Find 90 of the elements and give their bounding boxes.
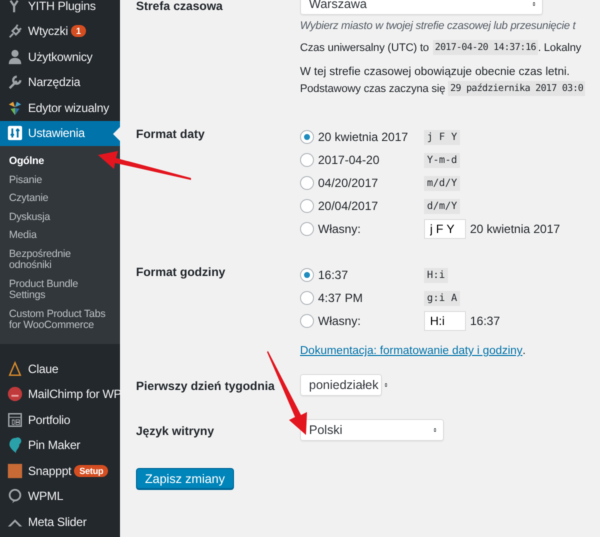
dst-note: W tej strefie czasowej obowiązuje obecnie czas letni. [300,66,570,78]
grid-icon [7,412,23,428]
radio-button[interactable] [300,291,314,305]
format-preview: 20 kwietnia 2017 [470,222,560,236]
menu-item[interactable]: Claue [0,356,120,382]
menu-item[interactable]: Wtyczki 1 [0,18,120,44]
square-icon [7,462,23,479]
bubble-icon [7,488,23,504]
format-code: Y-m-d [424,152,460,168]
menu-label: Edytor wizualny [28,100,110,115]
sort-arrows-icon [432,425,438,435]
menu-label: Narzędzia [28,75,80,90]
option-label: 2017-04-20 [318,153,380,167]
radio-button[interactable] [300,268,314,282]
help-text: Wybierz miasto w twojej strefie czasowej lub przesunięcie t [300,20,577,32]
submenu-item[interactable]: Bezpośrednie odnośniki [0,246,120,276]
menu-label: Meta Slider [28,514,86,529]
submenu-item[interactable]: Custom Product Tabs for WooCommerce [0,306,120,336]
format-code: j F Y [424,130,460,144]
notification-badge: Setup [74,464,108,477]
menu-label: Portfolio [28,412,70,427]
field-label: Format godziny [136,265,226,279]
menu-label: Użytkownicy [28,50,92,64]
field-label: Pierwszy dzień tygodnia [136,378,276,393]
submenu-item[interactable]: Czytanie [0,190,120,209]
menu-item[interactable]: YITH Plugins [0,0,120,18]
menu-item[interactable]: Portfolio [0,407,120,433]
radio-button[interactable] [300,130,314,144]
option-label: 04/20/2017 [318,176,380,190]
standard-time: 29 października 2017 03:0 [448,81,586,96]
menu-item[interactable]: Użytkownicy [0,44,120,70]
field-label: Format daty [136,127,206,141]
utc-label: Czas uniwersalny (UTC) to [300,42,429,54]
menu-item[interactable]: Snapppt Setup [0,458,120,484]
submenu-item[interactable]: Pisanie [0,172,120,190]
field-label: Język witryny [136,423,216,438]
plug-icon [7,23,23,40]
sort-arrows-icon [382,380,388,390]
submenu-item[interactable]: Ogólne [0,153,120,172]
option-label: Własny: [318,222,362,236]
radio-button[interactable] [300,153,314,167]
menu-label: WPML [28,489,64,504]
radio-button[interactable] [300,222,314,236]
format-code: H:i [424,268,448,282]
submenu-item[interactable]: Media [0,227,120,246]
submenu-item[interactable]: Dyskusja [0,208,120,228]
menu-item[interactable]: Ustawienia [0,120,120,146]
option-label: 16:37 [318,268,350,282]
menu-item[interactable]: Pin Maker [0,432,120,458]
notification-badge: 1 [70,25,86,38]
menu-item[interactable]: WPML [0,484,120,510]
local-label: . Lokalny [538,42,582,54]
link-period: . [522,345,526,357]
option-label: 20/04/2017 [318,199,380,213]
menu-label: Claue [28,362,58,376]
menu-item[interactable]: Meta Slider [0,509,120,535]
menu-label: YITH Plugins [28,0,96,13]
menu-item[interactable]: Narzędzia [0,70,120,95]
format-code: g:i A [424,290,460,306]
select-dropdown[interactable]: Polski [300,419,444,441]
option-label: Własny: [318,314,362,328]
drop-icon [7,437,23,454]
wrench-icon [7,74,23,90]
option-label: 20 kwietnia 2017 [318,130,410,144]
circle-icon [7,386,23,402]
sort-arrows-icon [531,0,537,9]
sliders-icon [7,125,23,142]
format-preview: 16:37 [470,314,500,328]
menu-label: Wtyczki [28,24,68,38]
format-code: d/m/Y [424,198,460,214]
documentation-link[interactable]: Dokumentacja: formatowanie daty i godziny [300,345,522,357]
standard-time-label: Podstawowy czas zaczyna się [300,82,446,94]
format-code: m/d/Y [424,176,460,190]
field-label: Strefa czasowa [136,0,224,13]
triangle-icon [7,360,23,377]
save-button[interactable]: Zapisz zmiany [136,468,234,489]
menu-label: Pin Maker [28,438,80,452]
menu-label: Ustawienia [28,126,85,140]
radio-button[interactable] [300,199,314,213]
radio-button[interactable] [300,314,314,328]
user-icon [7,48,23,65]
option-label: 4:37 PM [318,291,364,305]
utc-time: 2017-04-20 14:37:16 [432,40,538,55]
radio-button[interactable] [300,176,314,190]
diamond-icon [7,100,23,116]
menu-item[interactable]: Edytor wizualny [0,95,120,120]
menu-label: Snapppt [28,464,72,478]
format-input[interactable]: H:i [424,311,466,331]
submenu-item[interactable]: Product Bundle Settings [0,276,120,306]
format-input[interactable]: j F Y [424,219,466,239]
